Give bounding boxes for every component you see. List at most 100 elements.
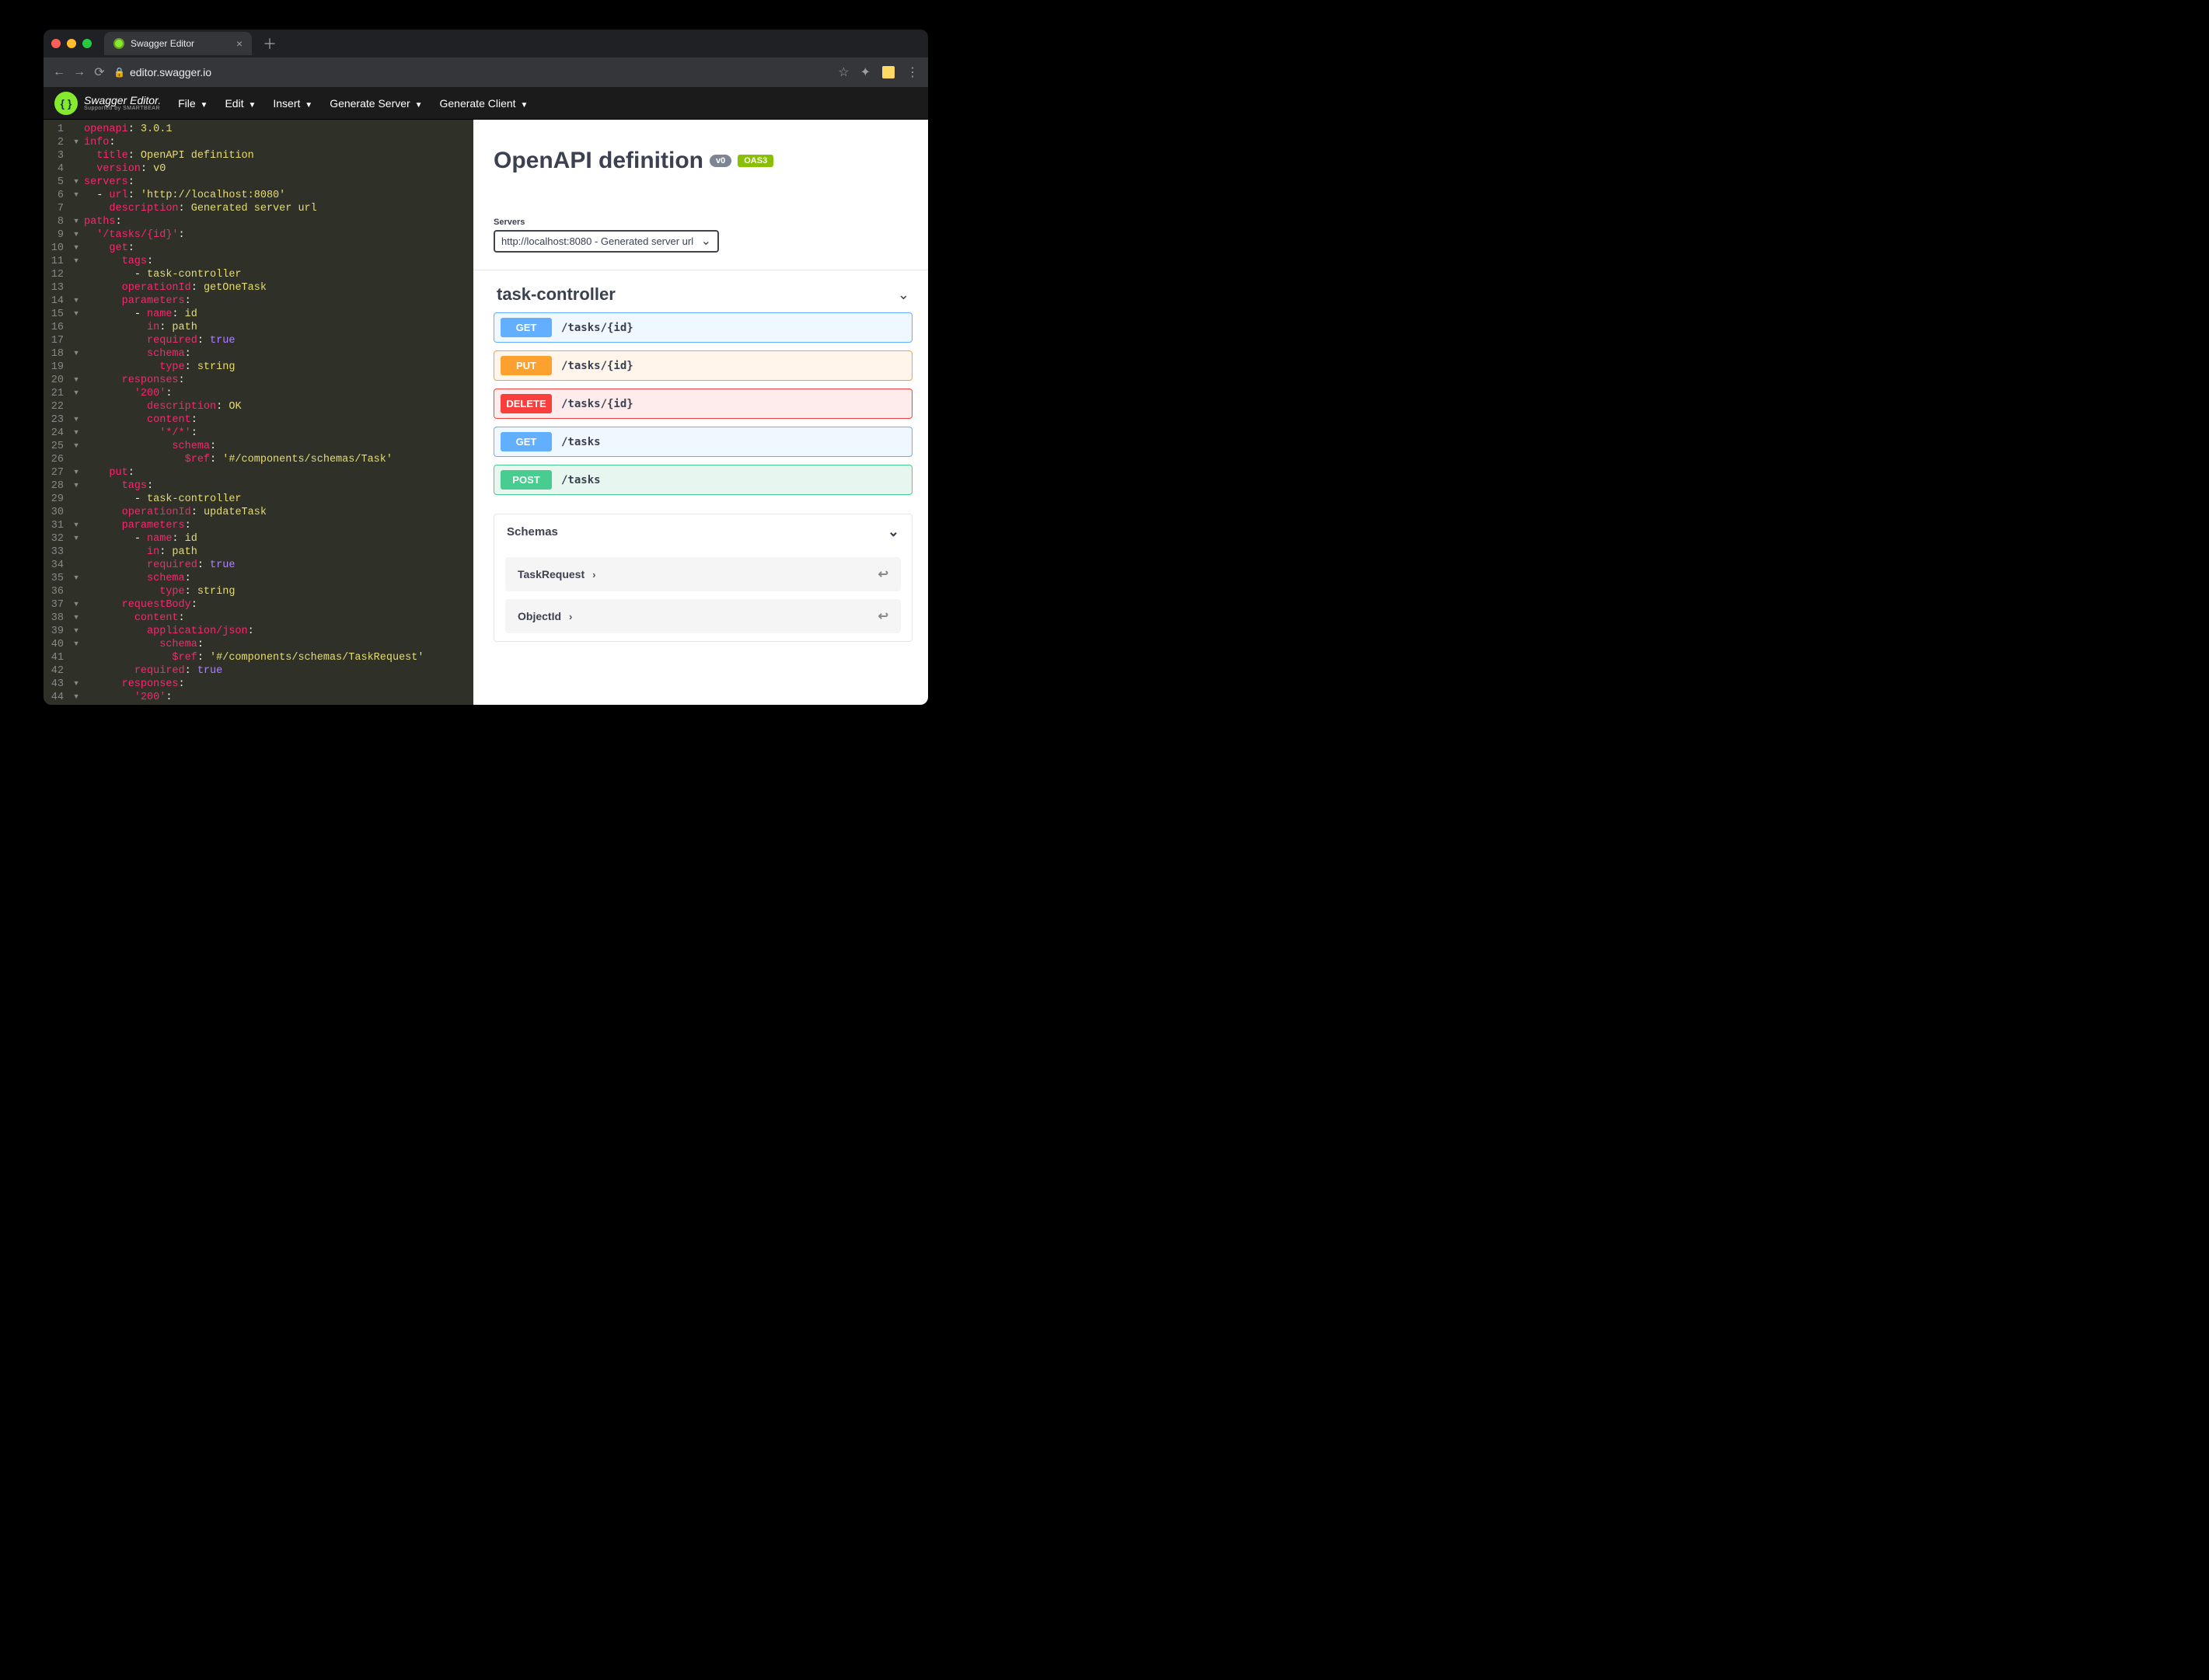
code-line[interactable]: 7 description: Generated server url <box>44 202 473 215</box>
code-line[interactable]: 34 required: true <box>44 559 473 572</box>
code-line[interactable]: 12 - task-controller <box>44 268 473 281</box>
code-line[interactable]: 9▾ '/tasks/{id}': <box>44 228 473 242</box>
code-line[interactable]: 15▾ - name: id <box>44 308 473 321</box>
yaml-editor[interactable]: 1 openapi: 3.0.12▾info:3 title: OpenAPI … <box>44 120 473 705</box>
new-tab-button[interactable]: ＋ <box>256 33 283 54</box>
code-line[interactable]: 19 type: string <box>44 361 473 374</box>
code-line[interactable]: 29 - task-controller <box>44 493 473 506</box>
code-line[interactable]: 18▾ schema: <box>44 347 473 361</box>
menu-edit[interactable]: Edit ▼ <box>225 97 256 110</box>
fold-gutter-icon[interactable]: ▾ <box>73 479 84 493</box>
fold-gutter-icon[interactable]: ▾ <box>73 427 84 440</box>
code-line[interactable]: 5▾servers: <box>44 176 473 189</box>
code-line[interactable]: 25▾ schema: <box>44 440 473 453</box>
code-line[interactable]: 42 required: true <box>44 664 473 678</box>
fold-gutter-icon[interactable]: ▾ <box>73 413 84 427</box>
code-line[interactable]: 1 openapi: 3.0.1 <box>44 123 473 136</box>
menu-generate-client[interactable]: Generate Client ▼ <box>439 97 528 110</box>
code-line[interactable]: 3 title: OpenAPI definition <box>44 149 473 162</box>
code-line[interactable]: 11▾ tags: <box>44 255 473 268</box>
forward-icon[interactable]: → <box>73 65 85 79</box>
code-line[interactable]: 27▾ put: <box>44 466 473 479</box>
code-line[interactable]: 36 type: string <box>44 585 473 598</box>
fold-gutter-icon[interactable]: ▾ <box>73 519 84 532</box>
extensions-icon[interactable]: ✦ <box>860 64 871 80</box>
code-line[interactable]: 16 in: path <box>44 321 473 334</box>
operation-row[interactable]: GET/tasks/{id} <box>494 312 913 343</box>
fold-gutter-icon[interactable]: ▾ <box>73 228 84 242</box>
bookmark-star-icon[interactable]: ☆ <box>838 64 849 80</box>
back-icon[interactable]: ← <box>53 65 65 79</box>
fold-gutter-icon[interactable]: ▾ <box>73 176 84 189</box>
fold-gutter-icon[interactable]: ▾ <box>73 532 84 545</box>
url-field[interactable]: 🔒 editor.swagger.io <box>113 66 830 78</box>
maximize-window-icon[interactable] <box>82 39 92 48</box>
fold-gutter-icon[interactable]: ▾ <box>73 612 84 625</box>
fold-gutter-icon[interactable]: ▾ <box>73 308 84 321</box>
kebab-menu-icon[interactable]: ⋮ <box>906 64 919 80</box>
code-line[interactable]: 37▾ requestBody: <box>44 598 473 612</box>
close-tab-icon[interactable]: × <box>236 37 243 50</box>
code-line[interactable]: 31▾ parameters: <box>44 519 473 532</box>
minimize-window-icon[interactable] <box>67 39 76 48</box>
fold-gutter-icon[interactable]: ▾ <box>73 440 84 453</box>
menu-insert[interactable]: Insert ▼ <box>273 97 312 110</box>
operation-row[interactable]: PUT/tasks/{id} <box>494 350 913 381</box>
fold-gutter-icon[interactable]: ▾ <box>73 374 84 387</box>
code-line[interactable]: 40▾ schema: <box>44 638 473 651</box>
code-line[interactable]: 24▾ '*/*': <box>44 427 473 440</box>
fold-gutter-icon[interactable]: ▾ <box>73 215 84 228</box>
code-line[interactable]: 38▾ content: <box>44 612 473 625</box>
fold-gutter-icon[interactable]: ▾ <box>73 691 84 704</box>
reload-icon[interactable]: ⟳ <box>93 64 106 80</box>
code-line[interactable]: 6▾ - url: 'http://localhost:8080' <box>44 189 473 202</box>
fold-gutter-icon[interactable]: ▾ <box>73 189 84 202</box>
fold-gutter-icon[interactable]: ▾ <box>73 572 84 585</box>
code-line[interactable]: 41 $ref: '#/components/schemas/TaskReque… <box>44 651 473 664</box>
server-select[interactable]: http://localhost:8080 - Generated server… <box>494 230 719 253</box>
browser-tab[interactable]: Swagger Editor × <box>104 32 252 55</box>
code-line[interactable]: 8▾paths: <box>44 215 473 228</box>
code-line[interactable]: 20▾ responses: <box>44 374 473 387</box>
code-line[interactable]: 4 version: v0 <box>44 162 473 176</box>
schema-row[interactable]: ObjectId›↩ <box>505 599 901 633</box>
fold-gutter-icon[interactable]: ▾ <box>73 242 84 255</box>
operation-row[interactable]: POST/tasks <box>494 465 913 495</box>
tag-header[interactable]: task-controller ⌄ <box>494 270 913 312</box>
code-line[interactable]: 35▾ schema: <box>44 572 473 585</box>
fold-gutter-icon[interactable]: ▾ <box>73 678 84 691</box>
code-line[interactable]: 30 operationId: updateTask <box>44 506 473 519</box>
code-line[interactable]: 32▾ - name: id <box>44 532 473 545</box>
close-window-icon[interactable] <box>51 39 61 48</box>
code-line[interactable]: 23▾ content: <box>44 413 473 427</box>
fold-gutter-icon[interactable]: ▾ <box>73 466 84 479</box>
code-line[interactable]: 2▾info: <box>44 136 473 149</box>
menu-generate-server[interactable]: Generate Server ▼ <box>330 97 422 110</box>
code-line[interactable]: 26 $ref: '#/components/schemas/Task' <box>44 453 473 466</box>
code-line[interactable]: 10▾ get: <box>44 242 473 255</box>
code-line[interactable]: 14▾ parameters: <box>44 295 473 308</box>
fold-gutter-icon[interactable]: ▾ <box>73 598 84 612</box>
code-line[interactable]: 33 in: path <box>44 545 473 559</box>
schema-row[interactable]: TaskRequest›↩ <box>505 557 901 591</box>
fold-gutter-icon[interactable]: ▾ <box>73 347 84 361</box>
code-line[interactable]: 22 description: OK <box>44 400 473 413</box>
code-line[interactable]: 13 operationId: getOneTask <box>44 281 473 295</box>
fold-gutter-icon[interactable]: ▾ <box>73 638 84 651</box>
fold-gutter-icon[interactable]: ▾ <box>73 625 84 638</box>
menu-file[interactable]: File ▼ <box>178 97 208 110</box>
code-line[interactable]: 43▾ responses: <box>44 678 473 691</box>
schemas-header[interactable]: Schemas ⌄ <box>494 514 912 549</box>
operation-row[interactable]: DELETE/tasks/{id} <box>494 389 913 419</box>
operation-row[interactable]: GET/tasks <box>494 427 913 457</box>
code-line[interactable]: 17 required: true <box>44 334 473 347</box>
extension-badge-icon[interactable] <box>881 65 895 79</box>
fold-gutter-icon[interactable]: ▾ <box>73 136 84 149</box>
fold-gutter-icon[interactable]: ▾ <box>73 295 84 308</box>
code-line[interactable]: 44▾ '200': <box>44 691 473 704</box>
fold-gutter-icon[interactable]: ▾ <box>73 255 84 268</box>
fold-gutter-icon[interactable]: ▾ <box>73 387 84 400</box>
code-line[interactable]: 21▾ '200': <box>44 387 473 400</box>
code-line[interactable]: 28▾ tags: <box>44 479 473 493</box>
code-line[interactable]: 39▾ application/json: <box>44 625 473 638</box>
